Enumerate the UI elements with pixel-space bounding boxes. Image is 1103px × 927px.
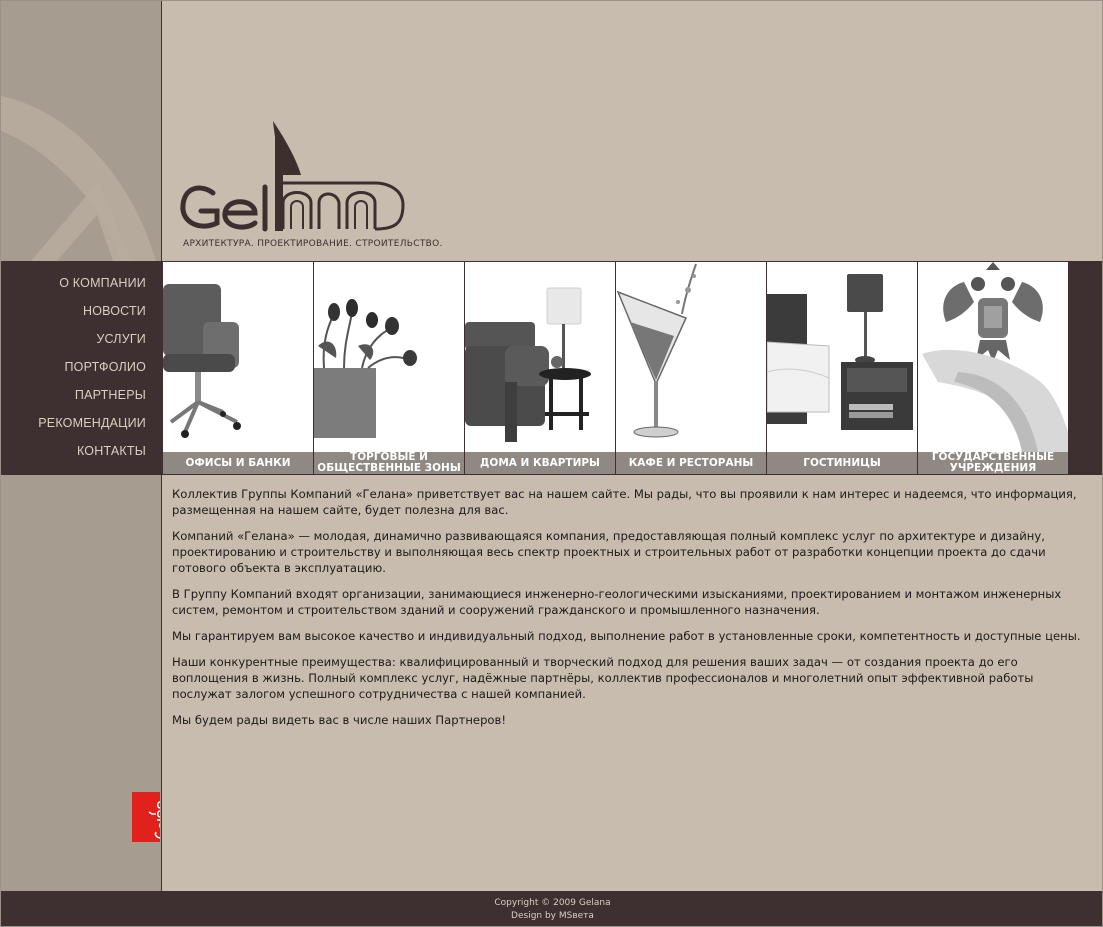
- tile-government[interactable]: ГОСУДАРСТВЕННЫЕ УЧРЕЖДЕНИЯ: [918, 262, 1068, 474]
- armchair-lamp-icon: [465, 287, 591, 442]
- tile-caption: ДОМА И КВАРТИРЫ: [465, 452, 615, 474]
- header: АРХИТЕКТУРА. ПРОЕКТИРОВАНИЕ. СТРОИТЕЛЬСТ…: [163, 1, 1102, 261]
- tile-hotels[interactable]: ГОСТИНИЦЫ: [767, 262, 918, 474]
- nav-item-partnery[interactable]: ПАРТНЕРЫ: [1, 381, 162, 409]
- category-tiles: ОФИСЫ И БАНКИ ТОРГОВЫЕ И ОБЩЕСТВЕННЫЕ ЗО…: [163, 262, 1069, 474]
- footer: Copyright © 2009 Gelana Design by MSвета: [1, 891, 1102, 926]
- nav-item-kontakty[interactable]: КОНТАКТЫ: [1, 437, 162, 465]
- nav-item-o-kompanii[interactable]: О КОМПАНИИ: [1, 269, 162, 297]
- tulips-vase-icon: [314, 299, 417, 438]
- gelana-logo[interactable]: [179, 119, 429, 239]
- cocktail-glass-icon: [616, 263, 697, 438]
- tile-cafes-restaurants[interactable]: КАФЕ И РЕСТОРАНЫ: [616, 262, 767, 474]
- tile-offices-banks[interactable]: ОФИСЫ И БАНКИ: [163, 262, 314, 474]
- gelana-badge[interactable]: [132, 792, 166, 842]
- closing-paragraph: Мы будем рады видеть вас в числе наших П…: [172, 713, 506, 727]
- hotel-bed-icon: [767, 274, 913, 430]
- advantages-paragraph: Наши конкурентные преимущества: квалифиц…: [172, 655, 1034, 701]
- nav-item-novosti[interactable]: НОВОСТИ: [1, 297, 162, 325]
- tile-homes-apartments[interactable]: ДОМА И КВАРТИРЫ: [465, 262, 616, 474]
- guarantee-paragraph: Мы гарантируем вам высокое качество и ин…: [172, 629, 1081, 643]
- tile-public-zones[interactable]: ТОРГОВЫЕ И ОБЩЕСТВЕННЫЕ ЗОНЫ: [314, 262, 465, 474]
- main-content: Коллектив Группы Компаний «Гелана» приве…: [172, 486, 1088, 738]
- page-frame: АРХИТЕКТУРА. ПРОЕКТИРОВАНИЕ. СТРОИТЕЛЬСТ…: [0, 0, 1103, 927]
- tile-caption: КАФЕ И РЕСТОРАНЫ: [616, 452, 766, 474]
- nav-item-rekomendacii[interactable]: РЕКОМЕНДАЦИИ: [1, 409, 162, 437]
- office-chair-icon: [163, 284, 241, 438]
- tile-caption: ГОСУДАРСТВЕННЫЕ УЧРЕЖДЕНИЯ: [918, 452, 1068, 474]
- tile-caption: ТОРГОВЫЕ И ОБЩЕСТВЕННЫЕ ЗОНЫ: [314, 452, 464, 474]
- tile-caption: ОФИСЫ И БАНКИ: [163, 452, 313, 474]
- tile-caption: ГОСТИНИЦЫ: [767, 452, 917, 474]
- intro-paragraph: Коллектив Группы Компаний «Гелана» приве…: [172, 487, 1077, 517]
- nav-item-portfolio[interactable]: ПОРТФОЛИО: [1, 353, 162, 381]
- design-credit: Design by MSвета: [511, 911, 594, 921]
- copyright-text: Copyright © 2009 Gelana: [494, 898, 611, 908]
- coat-of-arms-icon: [922, 262, 1068, 452]
- company-paragraph: Компаний «Гелана» — молодая, динамично р…: [172, 529, 1046, 575]
- group-paragraph: В Группу Компаний входят организации, за…: [172, 587, 1062, 617]
- tagline: АРХИТЕКТУРА. ПРОЕКТИРОВАНИЕ. СТРОИТЕЛЬСТ…: [183, 239, 443, 249]
- main-nav: О КОМПАНИИ НОВОСТИ УСЛУГИ ПОРТФОЛИО ПАРТ…: [1, 269, 162, 465]
- decorative-arch: [1, 1, 162, 261]
- nav-item-uslugi[interactable]: УСЛУГИ: [1, 325, 162, 353]
